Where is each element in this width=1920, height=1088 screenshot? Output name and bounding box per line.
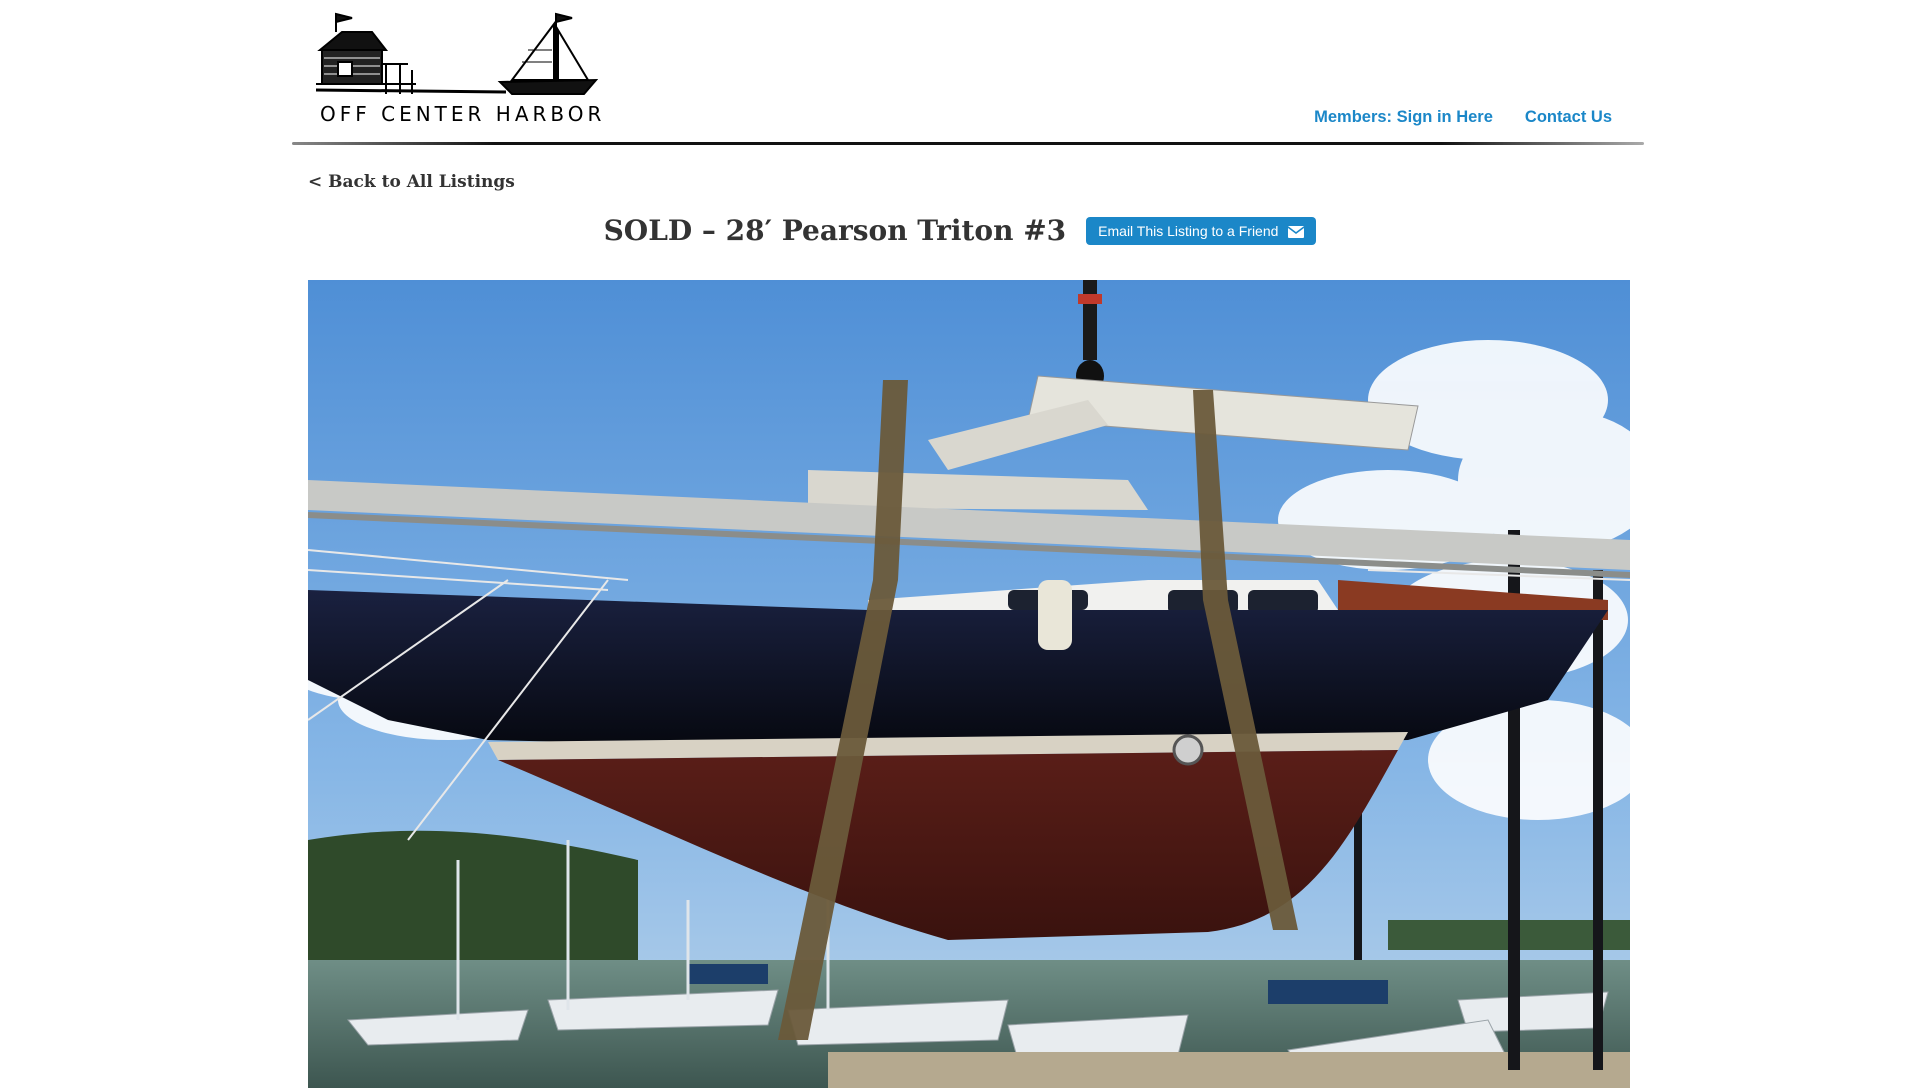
back-to-listings-link[interactable]: < Back to All Listings — [308, 172, 515, 192]
listing-title-row: SOLD – 28′ Pearson Triton #3 Email This … — [0, 214, 1920, 247]
envelope-icon — [1287, 225, 1305, 238]
top-nav: Members: Sign in Here Contact Us — [1314, 108, 1612, 127]
header-divider — [292, 142, 1644, 145]
site-logo[interactable]: OFF CENTER HARBOR — [315, 10, 601, 128]
members-sign-in-link[interactable]: Members: Sign in Here — [1314, 108, 1493, 127]
email-listing-button[interactable]: Email This Listing to a Friend — [1086, 216, 1317, 245]
page: OFF CENTER HARBOR Members: Sign in Here … — [0, 0, 1920, 1088]
logo-illustration — [315, 12, 599, 95]
logo-text: OFF CENTER HARBOR — [320, 102, 606, 126]
listing-title: SOLD – 28′ Pearson Triton #3 — [603, 214, 1067, 247]
email-button-label: Email This Listing to a Friend — [1098, 222, 1279, 239]
listing-photo — [308, 280, 1630, 1088]
contact-us-link[interactable]: Contact Us — [1525, 108, 1612, 127]
